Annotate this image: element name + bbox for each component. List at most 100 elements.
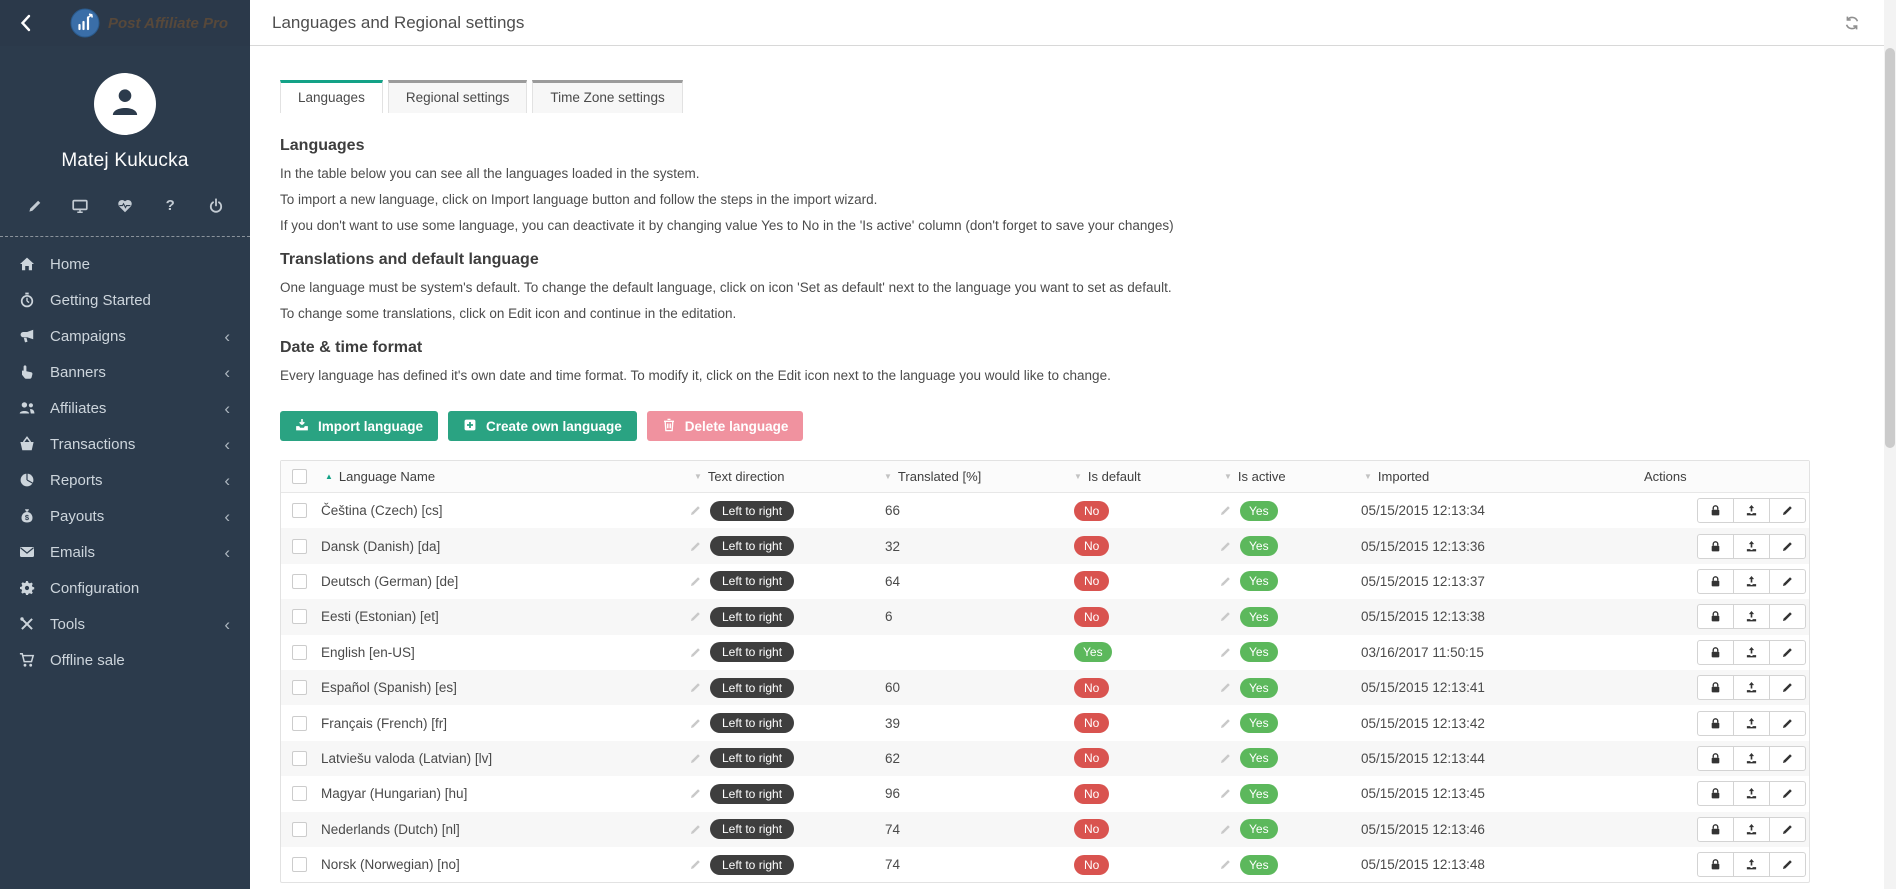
edit-language-button[interactable] [1769, 569, 1806, 594]
tab-time-zone-settings[interactable]: Time Zone settings [532, 80, 682, 113]
set-as-default-button[interactable] [1697, 781, 1734, 806]
row-checkbox[interactable] [292, 609, 307, 624]
edit-direction-icon[interactable] [689, 787, 702, 800]
edit-active-icon[interactable] [1219, 575, 1232, 588]
edit-language-button[interactable] [1769, 604, 1806, 629]
edit-active-icon[interactable] [1219, 858, 1232, 871]
edit-direction-icon[interactable] [689, 752, 702, 765]
sidebar-item-reports[interactable]: Reports‹ [0, 462, 250, 498]
edit-direction-icon[interactable] [689, 717, 702, 730]
back-button[interactable] [18, 14, 34, 32]
column-header-is-active[interactable]: ▼Is active [1217, 469, 1357, 484]
row-checkbox[interactable] [292, 645, 307, 660]
export-language-button[interactable] [1733, 604, 1770, 629]
tab-languages[interactable]: Languages [280, 80, 383, 113]
edit-language-button[interactable] [1769, 852, 1806, 877]
row-checkbox[interactable] [292, 680, 307, 695]
row-checkbox[interactable] [292, 786, 307, 801]
export-language-button[interactable] [1733, 781, 1770, 806]
set-as-default-button[interactable] [1697, 675, 1734, 700]
column-header-translated[interactable]: ▼Translated [%] [877, 469, 1067, 484]
create-own-language-button[interactable]: Create own language [448, 411, 637, 441]
column-header-imported[interactable]: ▼Imported [1357, 469, 1637, 484]
row-checkbox[interactable] [292, 503, 307, 518]
heartbeat-icon[interactable] [117, 197, 134, 214]
edit-active-icon[interactable] [1219, 681, 1232, 694]
edit-direction-icon[interactable] [689, 823, 702, 836]
sidebar-item-banners[interactable]: Banners‹ [0, 354, 250, 390]
edit-direction-icon[interactable] [689, 575, 702, 588]
sidebar-item-tools[interactable]: Tools‹ [0, 606, 250, 642]
edit-direction-icon[interactable] [689, 646, 702, 659]
scrollbar-thumb[interactable] [1885, 48, 1895, 448]
export-language-button[interactable] [1733, 711, 1770, 736]
edit-direction-icon[interactable] [689, 681, 702, 694]
sidebar-item-affiliates[interactable]: Affiliates‹ [0, 390, 250, 426]
edit-language-button[interactable] [1769, 781, 1806, 806]
edit-active-icon[interactable] [1219, 752, 1232, 765]
set-as-default-button[interactable] [1697, 498, 1734, 523]
row-checkbox[interactable] [292, 574, 307, 589]
set-as-default-button[interactable] [1697, 569, 1734, 594]
set-as-default-button[interactable] [1697, 534, 1734, 559]
export-language-button[interactable] [1733, 640, 1770, 665]
edit-language-button[interactable] [1769, 534, 1806, 559]
sidebar-item-transactions[interactable]: Transactions‹ [0, 426, 250, 462]
edit-active-icon[interactable] [1219, 610, 1232, 623]
row-checkbox[interactable] [292, 822, 307, 837]
row-checkbox[interactable] [292, 751, 307, 766]
export-language-button[interactable] [1733, 817, 1770, 842]
set-as-default-button[interactable] [1697, 640, 1734, 665]
row-checkbox[interactable] [292, 539, 307, 554]
column-header-is-default[interactable]: ▼Is default [1067, 469, 1217, 484]
edit-active-icon[interactable] [1219, 717, 1232, 730]
sidebar-item-configuration[interactable]: Configuration [0, 570, 250, 606]
pencil-icon[interactable] [26, 197, 43, 214]
set-as-default-button[interactable] [1697, 817, 1734, 842]
edit-active-icon[interactable] [1219, 823, 1232, 836]
delete-language-button[interactable]: Delete language [647, 411, 804, 441]
export-language-button[interactable] [1733, 675, 1770, 700]
select-all-checkbox[interactable] [292, 469, 307, 484]
scrollbar-track[interactable] [1884, 0, 1896, 889]
column-header-language-name[interactable]: ▲Language Name [317, 469, 687, 484]
edit-language-button[interactable] [1769, 817, 1806, 842]
set-as-default-button[interactable] [1697, 711, 1734, 736]
set-as-default-button[interactable] [1697, 746, 1734, 771]
edit-active-icon[interactable] [1219, 646, 1232, 659]
edit-active-icon[interactable] [1219, 540, 1232, 553]
export-language-button[interactable] [1733, 852, 1770, 877]
edit-language-button[interactable] [1769, 498, 1806, 523]
edit-active-icon[interactable] [1219, 504, 1232, 517]
row-checkbox[interactable] [292, 716, 307, 731]
power-icon[interactable] [207, 197, 224, 214]
edit-language-button[interactable] [1769, 675, 1806, 700]
edit-direction-icon[interactable] [689, 540, 702, 553]
sidebar-item-offline-sale[interactable]: Offline sale [0, 642, 250, 678]
export-language-button[interactable] [1733, 534, 1770, 559]
set-as-default-button[interactable] [1697, 852, 1734, 877]
sidebar-item-emails[interactable]: Emails‹ [0, 534, 250, 570]
export-language-button[interactable] [1733, 569, 1770, 594]
sidebar-item-getting-started[interactable]: Getting Started [0, 282, 250, 318]
import-language-button[interactable]: Import language [280, 411, 438, 441]
sidebar-item-payouts[interactable]: $Payouts‹ [0, 498, 250, 534]
edit-active-icon[interactable] [1219, 787, 1232, 800]
export-language-button[interactable] [1733, 498, 1770, 523]
edit-direction-icon[interactable] [689, 858, 702, 871]
set-as-default-button[interactable] [1697, 604, 1734, 629]
app-logo-icon[interactable] [70, 8, 100, 38]
edit-language-button[interactable] [1769, 640, 1806, 665]
edit-direction-icon[interactable] [689, 504, 702, 517]
monitor-icon[interactable] [71, 197, 88, 214]
sidebar-item-campaigns[interactable]: Campaigns‹ [0, 318, 250, 354]
sidebar-item-home[interactable]: Home [0, 246, 250, 282]
edit-language-button[interactable] [1769, 711, 1806, 736]
tab-regional-settings[interactable]: Regional settings [388, 80, 528, 113]
edit-direction-icon[interactable] [689, 610, 702, 623]
column-header-text-direction[interactable]: ▼Text direction [687, 469, 877, 484]
question-icon[interactable]: ? [162, 197, 179, 214]
refresh-icon[interactable] [1844, 15, 1860, 31]
export-language-button[interactable] [1733, 746, 1770, 771]
edit-language-button[interactable] [1769, 746, 1806, 771]
